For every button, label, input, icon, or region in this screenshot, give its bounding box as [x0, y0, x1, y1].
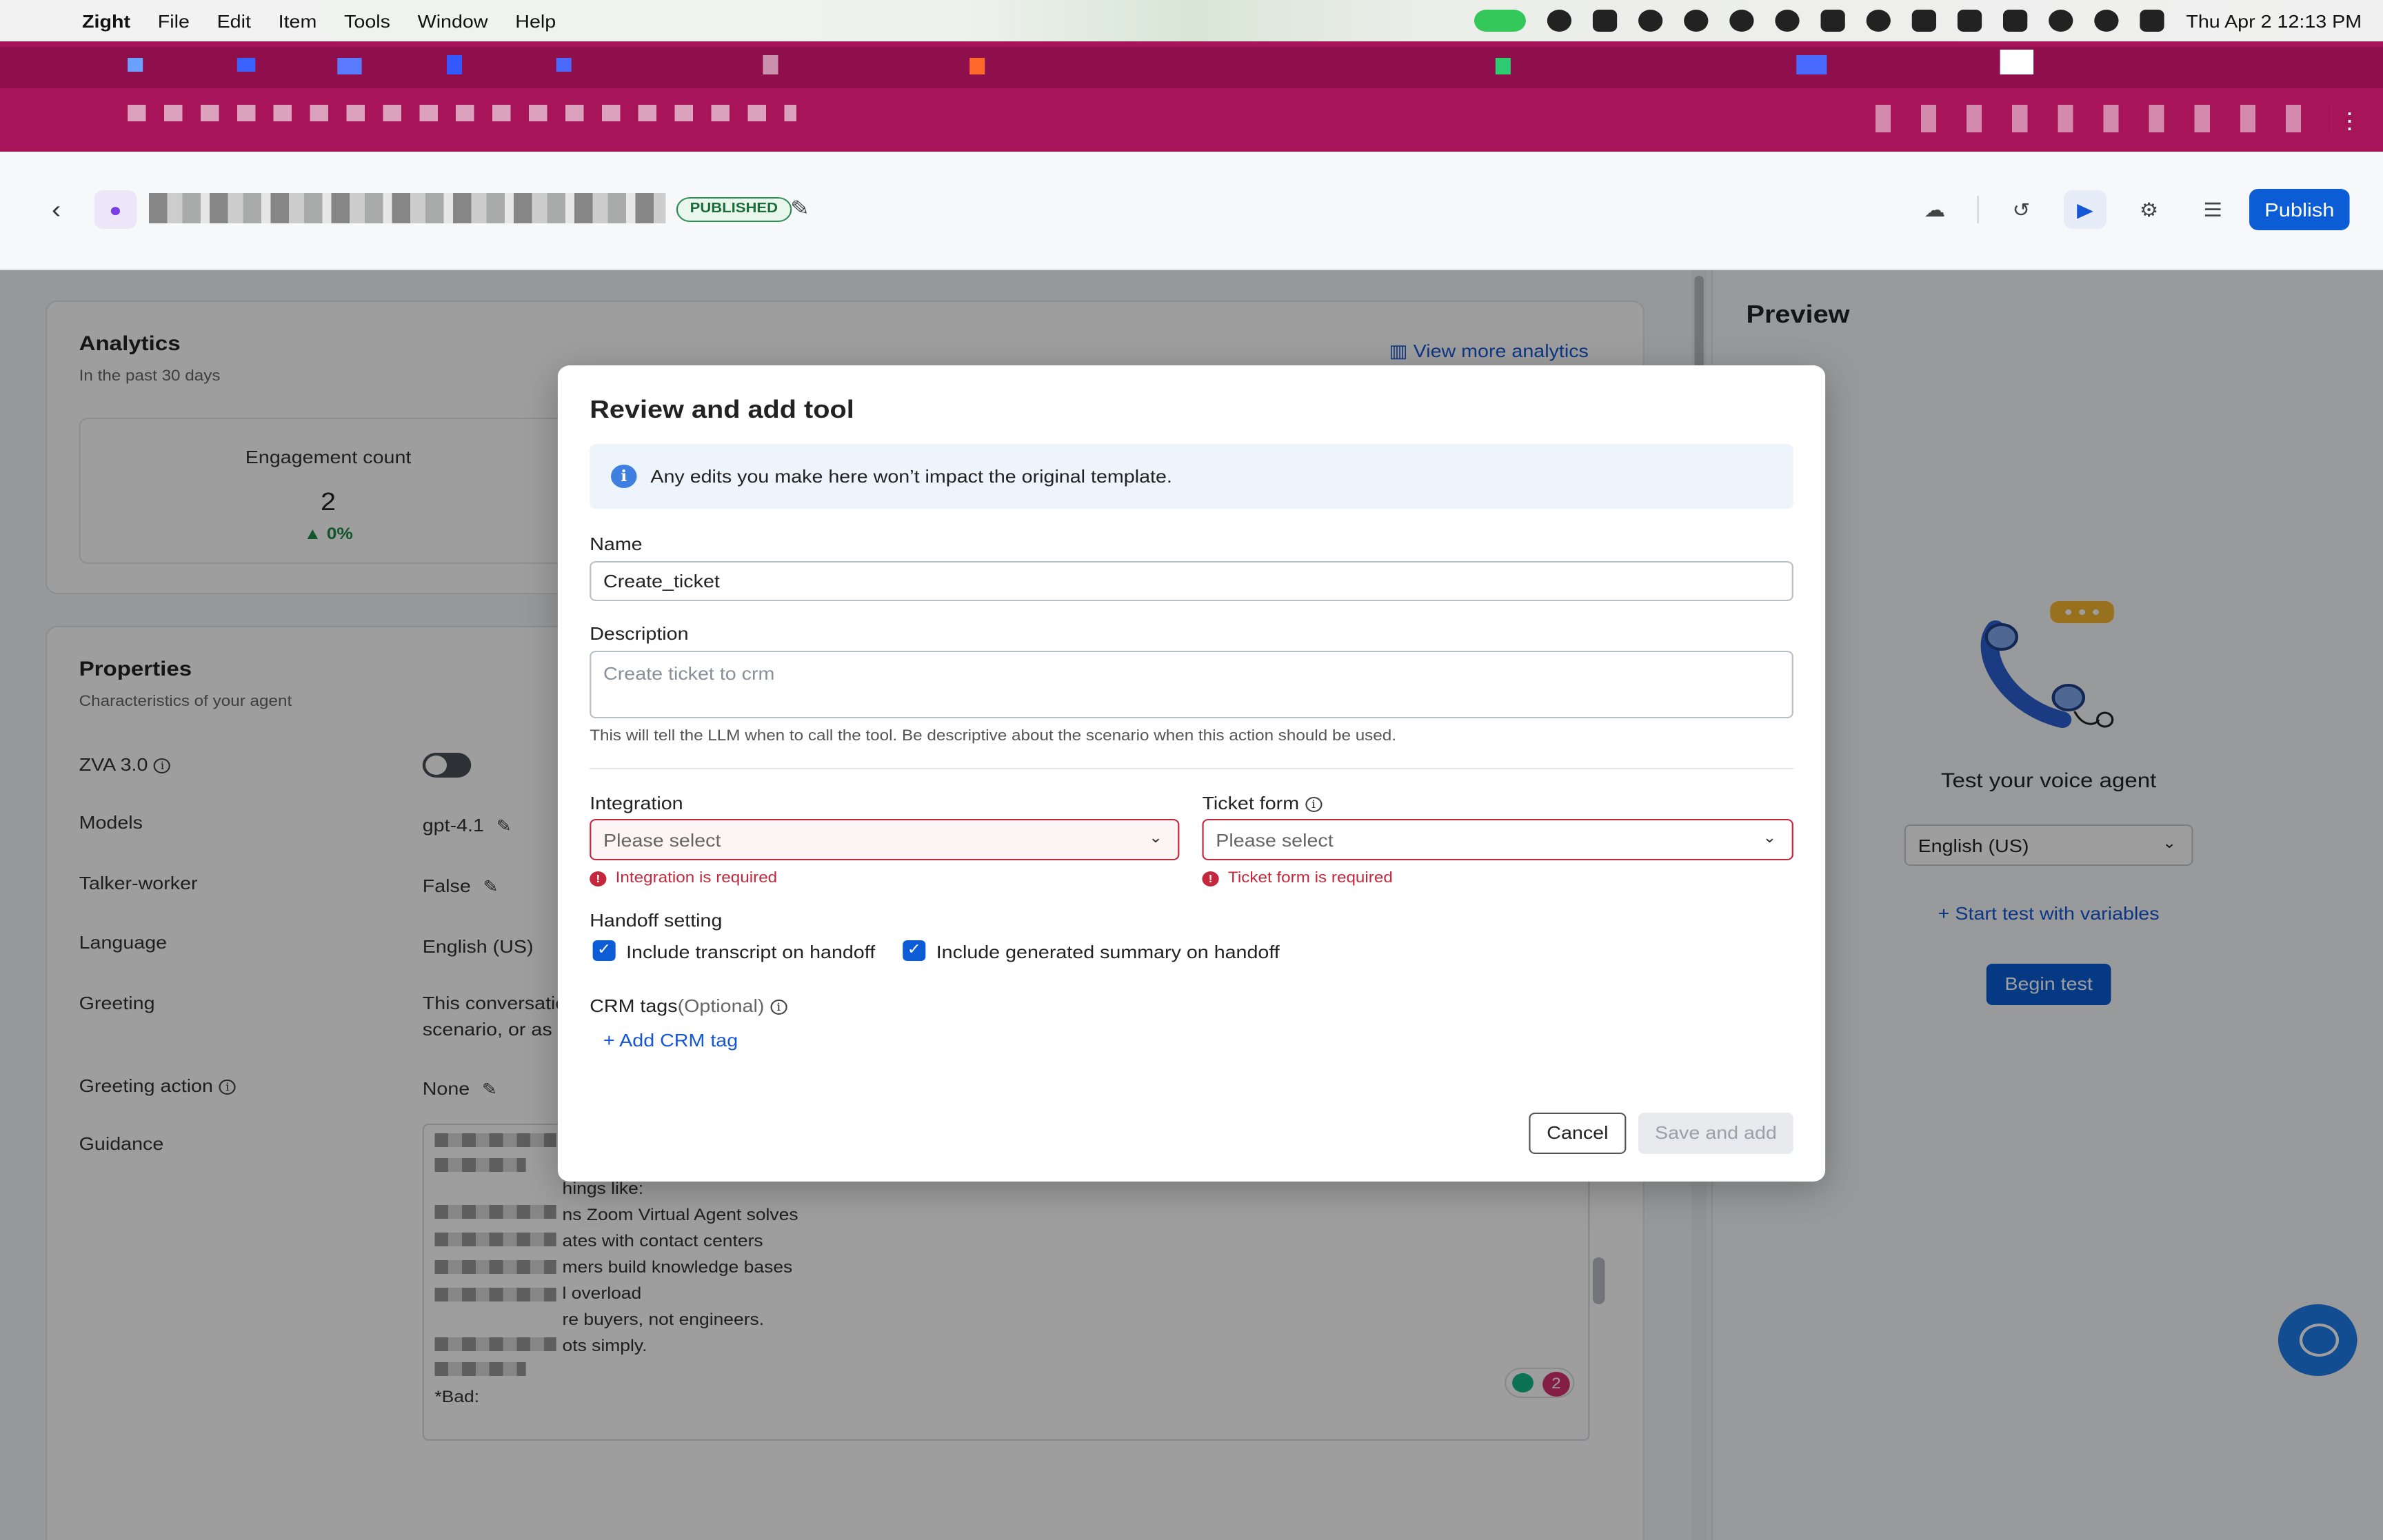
control-center-icon[interactable]: [2140, 10, 2165, 32]
review-add-tool-dialog: Review and add tool i Any edits you make…: [557, 365, 1826, 1182]
crm-tags-optional: (Optional): [677, 995, 765, 1016]
ticket-form-label: Ticket form i: [1202, 793, 1323, 813]
checklist-icon[interactable]: ☰: [2191, 190, 2234, 229]
header-actions: ☁ ↺ ▶ ⚙ ☰: [1913, 190, 2234, 229]
ticket-form-error-text: Ticket form is required: [1227, 870, 1393, 886]
blurred-tab: [1495, 58, 1511, 74]
add-crm-tag-button[interactable]: + Add CRM tag: [603, 1030, 738, 1051]
transcript-checkbox-label[interactable]: Include transcript on handoff: [626, 942, 875, 962]
chevron-down-icon: ⌄: [1148, 830, 1163, 847]
check-circle-icon[interactable]: [1684, 10, 1709, 32]
description-label: Description: [590, 623, 689, 644]
shield-icon[interactable]: [1638, 10, 1664, 32]
cancel-button[interactable]: Cancel: [1529, 1113, 1627, 1154]
ticket-form-error: ! Ticket form is required: [1202, 870, 1393, 886]
blurred-tab: [1796, 55, 1827, 74]
gear-icon[interactable]: ⚙: [2128, 190, 2171, 229]
blurred-tab: [337, 58, 362, 74]
search-icon[interactable]: [2095, 10, 2120, 32]
dialog-title: Review and add tool: [590, 396, 854, 423]
summary-checkbox-label[interactable]: Include generated summary on handoff: [936, 942, 1280, 962]
description-textarea[interactable]: Create ticket to crm: [590, 651, 1793, 718]
blurred-address-bar: [128, 105, 796, 121]
blurred-tab: [556, 58, 572, 72]
menu-bar-tray: Thu Apr 2 12:13 PM: [1474, 0, 2362, 41]
ticket-form-label-text: Ticket form: [1202, 793, 1300, 813]
name-input[interactable]: Create_ticket: [590, 561, 1793, 601]
browser-menu-icon[interactable]: ⋮: [2337, 108, 2362, 135]
info-icon: i: [611, 465, 637, 488]
crm-tags-label: CRM tags(Optional) i: [590, 995, 787, 1016]
menu-window[interactable]: Window: [418, 10, 488, 31]
ticket-form-select[interactable]: Please select ⌄: [1202, 819, 1793, 860]
battery-icon[interactable]: [2003, 10, 2029, 32]
layout-icon[interactable]: [1912, 10, 1937, 32]
menu-item[interactable]: Item: [279, 10, 317, 31]
chat-app-icon[interactable]: [1730, 10, 1755, 32]
chevron-down-icon: ⌄: [1762, 830, 1777, 847]
bluetooth-icon[interactable]: [1958, 10, 1982, 32]
zight-icon[interactable]: [1821, 10, 1846, 32]
menu-help[interactable]: Help: [515, 10, 556, 31]
play-icon[interactable]: ▶: [2064, 190, 2107, 229]
add-crm-tag-label: Add CRM tag: [619, 1030, 738, 1051]
info-notice: i Any edits you make here won’t impact t…: [590, 444, 1793, 509]
notice-text: Any edits you make here won’t impact the…: [650, 466, 1172, 487]
menu-bar-clock[interactable]: Thu Apr 2 12:13 PM: [2186, 10, 2362, 31]
description-hint: This will tell the LLM when to call the …: [590, 728, 1397, 744]
crm-tags-label-text: CRM tags: [590, 995, 678, 1016]
info-icon[interactable]: i: [770, 1000, 787, 1015]
blurred-tab: [237, 58, 256, 72]
publish-button[interactable]: Publish: [2249, 189, 2350, 230]
ticket-form-placeholder: Please select: [1216, 830, 1334, 851]
macos-menu-bar: Zight File Edit Item Tools Window Help T…: [0, 0, 2383, 41]
error-icon: !: [1202, 871, 1219, 886]
integration-error: ! Integration is required: [590, 870, 777, 886]
eye-icon[interactable]: [1776, 10, 1800, 32]
blurred-tab: [2000, 50, 2034, 74]
agent-name-redacted: [149, 193, 666, 223]
menu-file[interactable]: File: [158, 10, 190, 31]
integration-placeholder: Please select: [603, 830, 721, 851]
info-icon[interactable]: i: [1305, 797, 1323, 812]
status-badge: PUBLISHED: [676, 197, 792, 222]
back-arrow-icon[interactable]: ‹: [52, 196, 61, 225]
integration-error-text: Integration is required: [615, 870, 778, 886]
menu-app-name[interactable]: Zight: [82, 10, 130, 31]
sparkle-icon[interactable]: [1593, 10, 1618, 32]
pencil-icon[interactable]: ✎: [790, 196, 810, 221]
zoom-icon[interactable]: [1547, 10, 1572, 32]
moon-icon[interactable]: [1867, 10, 1891, 32]
history-icon[interactable]: ↺: [2000, 190, 2043, 229]
cloud-icon[interactable]: ☁: [1913, 190, 1956, 229]
blurred-tab: [969, 58, 985, 74]
browser-toolbar: ⋮: [0, 41, 2383, 152]
microphone-icon: ●: [94, 190, 137, 229]
handoff-label: Handoff setting: [590, 910, 723, 931]
blurred-extensions: [1875, 105, 2332, 132]
agent-header: ‹ ● PUBLISHED ✎ ☁ ↺ ▶ ⚙ ☰ Publish: [0, 152, 2383, 270]
header-divider: [1977, 196, 1979, 223]
blurred-tab: [763, 55, 778, 74]
description-placeholder: Create ticket to crm: [603, 663, 775, 684]
blurred-tab: [128, 58, 143, 72]
wifi-icon[interactable]: [2049, 10, 2074, 32]
transcript-checkbox[interactable]: ✓: [592, 940, 616, 961]
name-input-value: Create_ticket: [603, 571, 720, 591]
error-icon: !: [590, 871, 607, 886]
menu-edit[interactable]: Edit: [217, 10, 251, 31]
integration-label: Integration: [590, 793, 683, 813]
blurred-tab: [447, 55, 463, 74]
menu-tools[interactable]: Tools: [344, 10, 390, 31]
facetime-icon[interactable]: [1474, 10, 1527, 32]
name-label: Name: [590, 534, 643, 554]
integration-select[interactable]: Please select ⌄: [590, 819, 1180, 860]
section-divider: [590, 768, 1793, 769]
save-and-add-button[interactable]: Save and add: [1638, 1113, 1793, 1154]
app-window: Zight File Edit Item Tools Window Help T…: [0, 0, 2383, 1540]
summary-checkbox[interactable]: ✓: [903, 940, 926, 961]
plus-icon: +: [603, 1030, 620, 1051]
